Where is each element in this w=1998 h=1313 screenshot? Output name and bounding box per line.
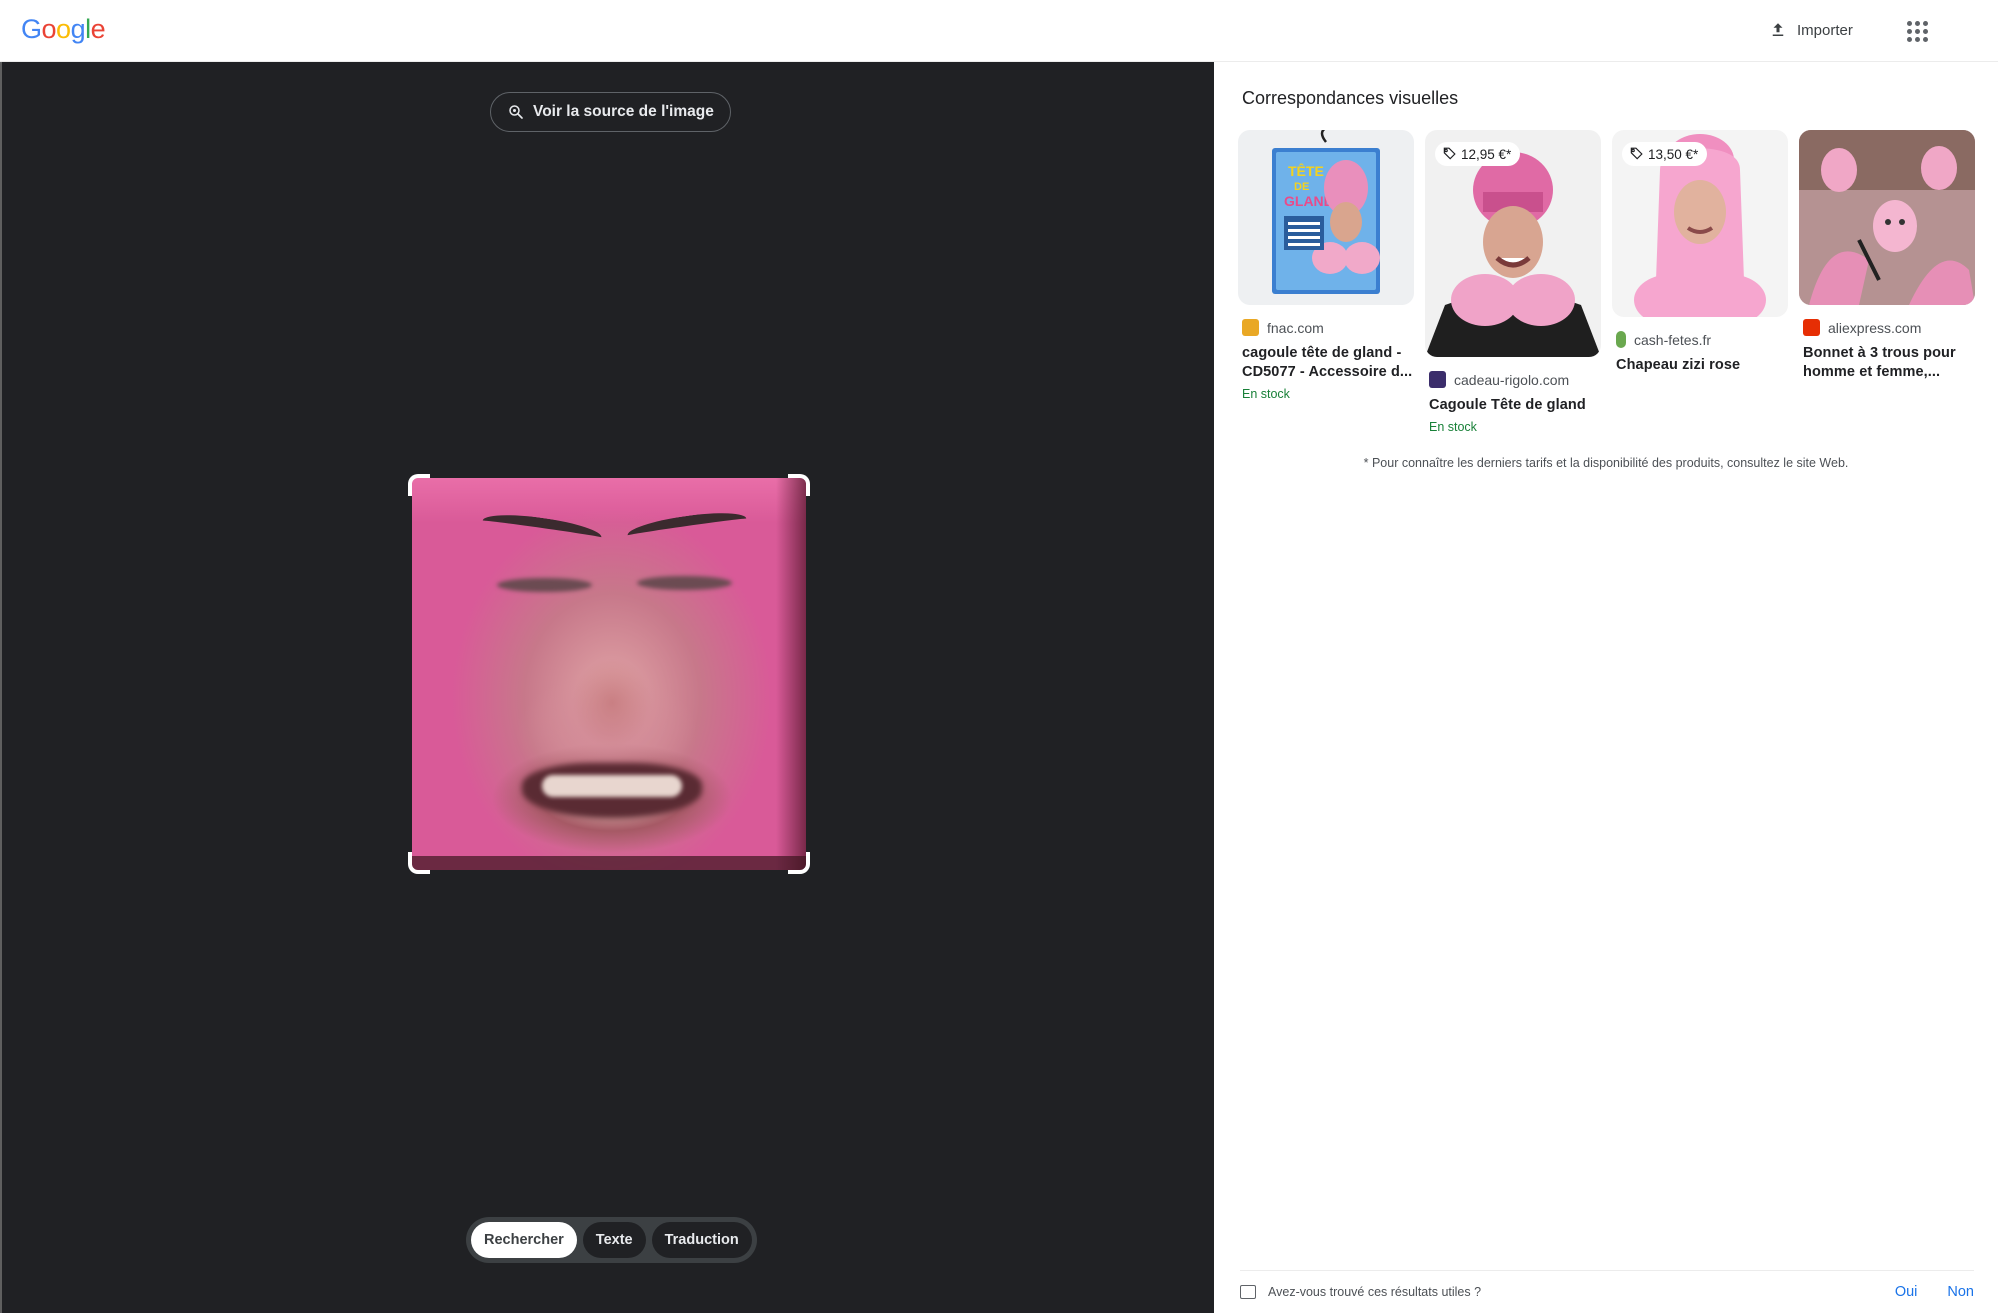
feedback-no-button[interactable]: Non [1947, 1284, 1974, 1300]
lens-search-icon [509, 105, 523, 119]
result-site[interactable]: fnac.com [1242, 319, 1414, 336]
result-card[interactable]: aliexpress.com Bonnet à 3 trous pour hom… [1799, 130, 1975, 382]
result-card[interactable]: TÊTE DE GLAND fnac.com cagoule tête de g… [1238, 130, 1414, 401]
mode-text-button[interactable]: Texte [582, 1222, 646, 1258]
section-title: Correspondances visuelles [1242, 88, 1459, 108]
crop-handle-bottom-right[interactable] [788, 852, 810, 874]
result-thumbnail[interactable]: 13,50 €* [1612, 130, 1788, 317]
result-title[interactable]: Cagoule Tête de gland [1429, 396, 1601, 415]
google-logo[interactable]: Google [21, 14, 106, 45]
crop-handle-bottom-left[interactable] [408, 852, 430, 874]
price-tag-icon [1443, 147, 1456, 160]
results-panel: Correspondances visuelles TÊTE DE GLAND [1214, 62, 1998, 1313]
view-image-source-label: Voir la source de l'image [533, 103, 714, 120]
site-favicon-icon [1616, 331, 1626, 348]
crop-handle-top-right[interactable] [788, 474, 810, 496]
top-header: Google Importer [0, 0, 1998, 62]
feedback-question: Avez-vous trouvé ces résultats utiles ? [1268, 1284, 1482, 1299]
result-title[interactable]: Bonnet à 3 trous pour homme et femme,... [1803, 344, 1975, 382]
result-site-name: cadeau-rigolo.com [1454, 371, 1570, 388]
result-card[interactable]: 13,50 €* cash-fetes.fr Chapeau zizi rose [1612, 130, 1788, 375]
logo-letter: e [90, 14, 106, 44]
site-favicon-icon [1803, 319, 1820, 336]
selected-image [412, 478, 806, 870]
image-viewer: Voir la source de l'image Rechercher Tex… [0, 62, 1214, 1313]
import-label: Importer [1797, 21, 1853, 39]
price-badge: 13,50 €* [1622, 142, 1708, 166]
stock-status: En stock [1242, 387, 1290, 401]
view-image-source-button[interactable]: Voir la source de l'image [490, 92, 731, 132]
result-site-name: fnac.com [1267, 319, 1324, 336]
price-disclaimer: * Pour connaître les derniers tarifs et … [1363, 456, 1849, 470]
mode-translate-button[interactable]: Traduction [651, 1222, 752, 1258]
logo-letter: G [21, 14, 42, 44]
price-tag-icon [1630, 147, 1643, 160]
logo-letter: o [41, 14, 57, 44]
result-site[interactable]: aliexpress.com [1803, 319, 1975, 336]
result-thumbnail[interactable]: 12,95 €* [1425, 130, 1601, 357]
svg-text:TÊTE: TÊTE [1288, 162, 1324, 179]
price-value: 13,50 €* [1648, 146, 1699, 162]
mode-selector: Rechercher Texte Traduction [466, 1217, 757, 1263]
price-value: 12,95 €* [1461, 146, 1512, 162]
result-title[interactable]: Chapeau zizi rose [1616, 356, 1788, 375]
stock-status: En stock [1429, 420, 1477, 434]
product-image: TÊTE DE GLAND [1272, 130, 1380, 294]
crop-handle-top-left[interactable] [408, 474, 430, 496]
feedback-yes-button[interactable]: Oui [1895, 1284, 1918, 1300]
apps-grid-icon[interactable] [1900, 14, 1934, 48]
result-site[interactable]: cash-fetes.fr [1616, 331, 1788, 348]
crop-selection[interactable] [408, 474, 810, 874]
result-thumbnail[interactable]: TÊTE DE GLAND [1238, 130, 1414, 305]
import-button[interactable]: Importer [1755, 12, 1867, 48]
result-site-name: aliexpress.com [1828, 319, 1922, 336]
price-badge: 12,95 €* [1435, 142, 1521, 166]
result-thumbnail[interactable] [1799, 130, 1975, 305]
logo-letter: o [56, 14, 71, 44]
site-favicon-icon [1429, 371, 1446, 388]
result-site-name: cash-fetes.fr [1634, 331, 1712, 348]
result-title[interactable]: cagoule tête de gland - CD5077 - Accesso… [1242, 344, 1414, 382]
product-image [1799, 130, 1975, 305]
mode-search-button[interactable]: Rechercher [471, 1222, 577, 1258]
feedback-icon [1240, 1284, 1256, 1299]
site-favicon-icon [1242, 319, 1259, 336]
result-site[interactable]: cadeau-rigolo.com [1429, 371, 1601, 388]
result-card[interactable]: 12,95 €* cadeau-rigolo.com Cagoule Tête … [1425, 130, 1601, 434]
upload-icon [1772, 23, 1784, 36]
logo-letter: g [70, 14, 86, 44]
svg-text:DE: DE [1294, 181, 1309, 193]
feedback-bar: Avez-vous trouvé ces résultats utiles ? … [1240, 1270, 1974, 1312]
